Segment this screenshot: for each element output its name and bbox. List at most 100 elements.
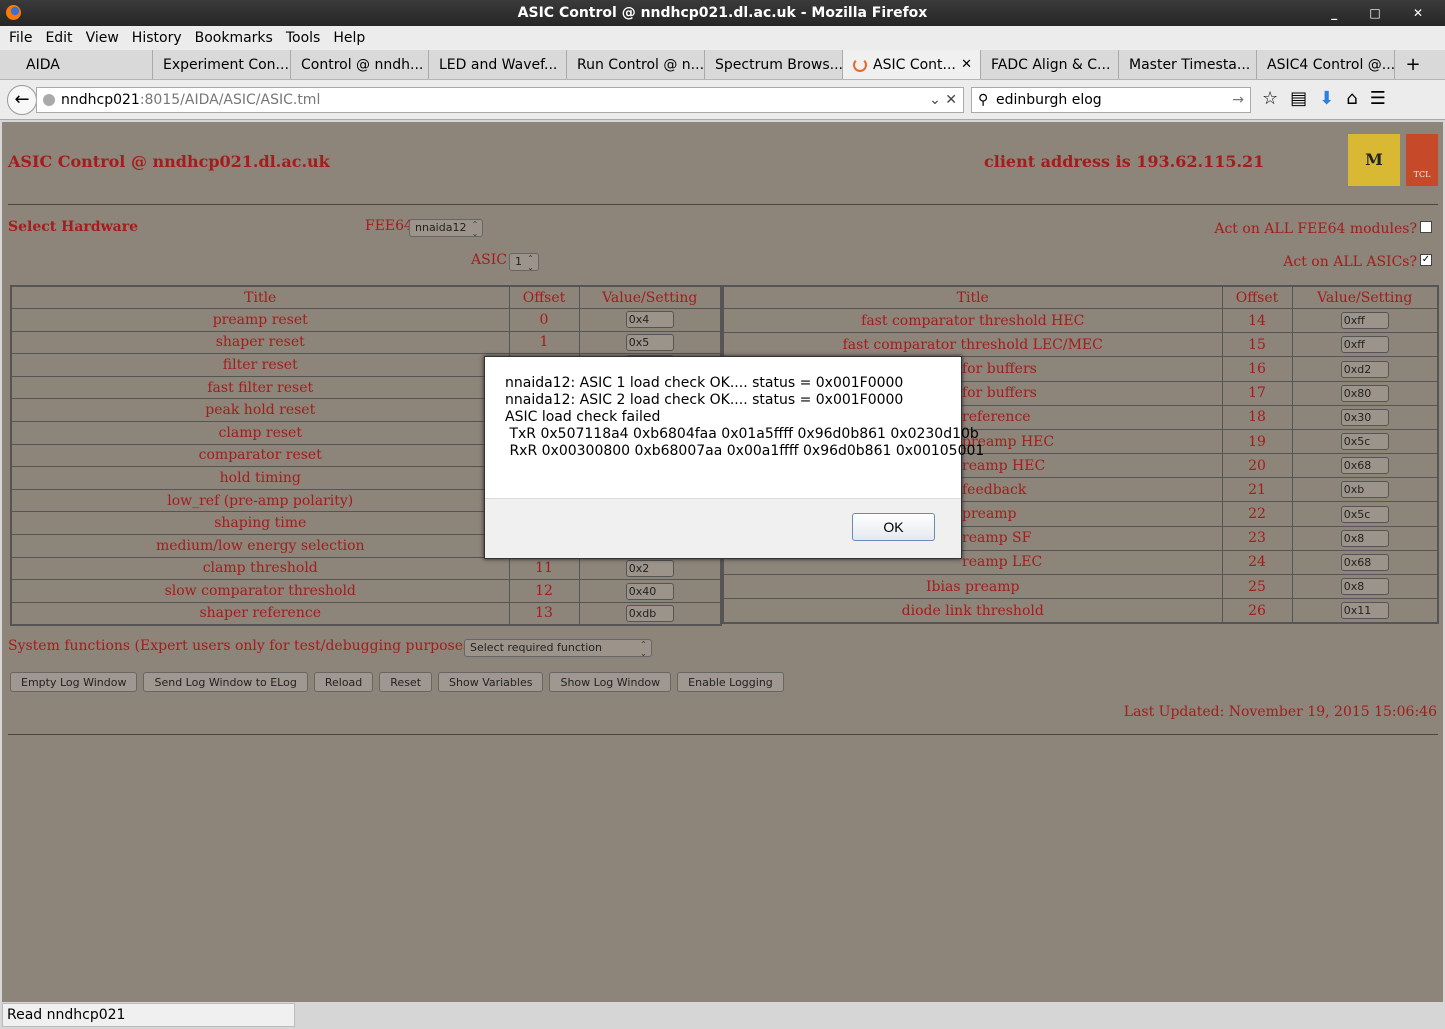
url-bar[interactable]: nndhcp021:8015/AIDA/ASIC/ASIC.tml ⌄ ✕ — [36, 87, 964, 113]
table-row: shaper reset 1 0x5 — [10, 330, 722, 355]
show-log-window-button[interactable]: Show Log Window — [549, 672, 672, 692]
fee64-label: FEE64 — [365, 218, 413, 234]
tab-2[interactable]: Control @ nndh... — [291, 50, 429, 79]
tab-label: Master Timesta... — [1129, 57, 1251, 73]
new-tab-button[interactable]: + — [1395, 50, 1431, 79]
tab-label: Experiment Con... — [163, 57, 289, 73]
register-value-input[interactable]: 0xb — [1340, 481, 1389, 499]
window-controls[interactable]: _ □ ✕ — [1331, 0, 1437, 26]
reading-list-icon[interactable]: ▤ — [1290, 88, 1307, 109]
register-title: shaper reference — [10, 601, 510, 626]
register-offset: 25 — [1221, 573, 1293, 600]
menu-history[interactable]: History — [132, 30, 182, 46]
tab-9[interactable]: ASIC4 Control @... — [1257, 50, 1395, 79]
asic-label: ASIC — [471, 252, 507, 268]
empty-log-window-button[interactable]: Empty Log Window — [10, 672, 138, 692]
register-value-input[interactable]: 0x5c — [1340, 505, 1389, 523]
table-row: fast comparator threshold HEC 14 0xff — [722, 308, 1439, 334]
register-value-input[interactable]: 0x80 — [1340, 384, 1389, 402]
show-variables-button[interactable]: Show Variables — [438, 672, 544, 692]
register-offset: 22 — [1221, 501, 1293, 527]
tab-8[interactable]: Master Timesta... — [1119, 50, 1257, 79]
menu-tools[interactable]: Tools — [286, 30, 321, 46]
register-value-input[interactable]: 0x68 — [1340, 553, 1389, 571]
menu-help[interactable]: Help — [333, 30, 365, 46]
search-go-icon[interactable]: → — [1232, 88, 1244, 112]
register-value-cell: 0x5c — [1291, 501, 1439, 527]
reset-button[interactable]: Reset — [379, 672, 433, 692]
menu-view[interactable]: View — [86, 30, 119, 46]
register-value-input[interactable]: 0x8 — [1340, 529, 1389, 547]
home-icon[interactable]: ⌂ — [1346, 88, 1357, 109]
register-value-input[interactable]: 0x30 — [1340, 408, 1389, 426]
register-value-cell: 0xff — [1291, 332, 1439, 358]
alert-dialog: nnaida12: ASIC 1 load check OK.... statu… — [484, 356, 984, 559]
col-title: Title — [10, 285, 510, 310]
search-icon: ⚲ — [978, 92, 989, 108]
bookmark-star-icon[interactable]: ☆ — [1262, 88, 1278, 109]
register-value-input[interactable]: 0x8 — [1340, 578, 1389, 596]
close-tab-icon[interactable]: ✕ — [961, 50, 972, 79]
register-value-input[interactable]: 0x68 — [1340, 457, 1389, 475]
tab-1[interactable]: Experiment Con... — [153, 50, 291, 79]
tab-7[interactable]: FADC Align & C... — [981, 50, 1119, 79]
register-value-input[interactable]: 0x4 — [625, 311, 674, 329]
register-value-input[interactable]: 0x5 — [625, 333, 674, 351]
tab-4[interactable]: Run Control @ n... — [567, 50, 705, 79]
alert-line: ASIC load check failed — [505, 409, 661, 425]
page-content: ASIC Control @ nndhcp021.dl.ac.uk client… — [2, 122, 1443, 1002]
register-title: clamp reset — [10, 421, 510, 445]
register-value-input[interactable]: 0xff — [1340, 312, 1389, 330]
act-all-fee-checkbox[interactable] — [1420, 221, 1432, 233]
tab-label: Run Control @ n... — [577, 57, 705, 73]
tab-5[interactable]: Spectrum Brows... — [705, 50, 843, 79]
tab-label: LED and Wavef... — [439, 57, 558, 73]
firefox-icon — [6, 5, 21, 20]
alert-message: nnaida12: ASIC 1 load check OK.... statu… — [485, 357, 984, 478]
register-value-input[interactable]: 0xdb — [625, 604, 674, 622]
register-offset: 14 — [1221, 308, 1293, 334]
url-host: nndhcp021 — [61, 92, 140, 108]
register-title: filter reset — [10, 353, 510, 377]
url-dropdown-reload-icon[interactable]: ⌄ ✕ — [929, 88, 957, 112]
last-updated: Last Updated: November 19, 2015 15:06:46 — [1123, 704, 1437, 720]
tab-6[interactable]: ASIC Cont... ✕ — [843, 50, 981, 79]
asic-select[interactable]: 1 — [509, 253, 539, 272]
act-all-asic-checkbox[interactable]: ✓ — [1420, 254, 1432, 266]
tab-0[interactable]: AIDA — [0, 50, 153, 79]
function-select[interactable]: Select required function — [464, 639, 652, 658]
register-value-cell: 0x4 — [578, 308, 722, 332]
reload-button[interactable]: Reload — [313, 672, 374, 692]
register-value-input[interactable]: 0x5c — [1340, 433, 1389, 451]
download-icon[interactable]: ⬇ — [1319, 88, 1334, 109]
register-title: peak hold reset — [10, 398, 510, 423]
register-offset: 12 — [508, 579, 580, 603]
enable-logging-button[interactable]: Enable Logging — [677, 672, 784, 692]
register-value-input[interactable]: 0x11 — [1340, 602, 1389, 620]
register-title: fast comparator threshold HEC — [722, 308, 1223, 334]
tab-3[interactable]: LED and Wavef... — [429, 50, 567, 79]
ok-button[interactable]: OK — [852, 513, 935, 541]
register-value-cell: 0x11 — [1291, 598, 1439, 624]
register-value-input[interactable]: 0xff — [1340, 336, 1389, 354]
menu-icon[interactable]: ☰ — [1370, 88, 1386, 109]
register-title: shaper reset — [10, 330, 510, 355]
register-value-input[interactable]: 0x40 — [625, 582, 674, 600]
menu-bookmarks[interactable]: Bookmarks — [195, 30, 273, 46]
register-value-input[interactable]: 0xd2 — [1340, 360, 1389, 378]
register-value-cell: 0x5c — [1291, 428, 1439, 455]
search-input[interactable]: ⚲ edinburgh elog → — [971, 87, 1251, 113]
register-value-cell: 0x40 — [578, 579, 722, 603]
tab-label: AIDA — [26, 57, 60, 73]
tab-label: Control @ nndh... — [301, 57, 424, 73]
register-value-input[interactable]: 0x2 — [625, 559, 674, 577]
back-button[interactable]: ← — [7, 84, 37, 115]
menu-edit[interactable]: Edit — [45, 30, 72, 46]
url-path: :8015/AIDA/ASIC/ASIC.tml — [139, 92, 321, 108]
send-log-window-to-elog-button[interactable]: Send Log Window to ELog — [143, 672, 308, 692]
menu-file[interactable]: File — [9, 30, 32, 46]
register-offset: 16 — [1221, 356, 1293, 382]
fee64-select[interactable]: nnaida12 — [409, 219, 484, 238]
col-title: Title — [722, 285, 1223, 310]
tcl-logo: TCL — [1406, 134, 1438, 186]
